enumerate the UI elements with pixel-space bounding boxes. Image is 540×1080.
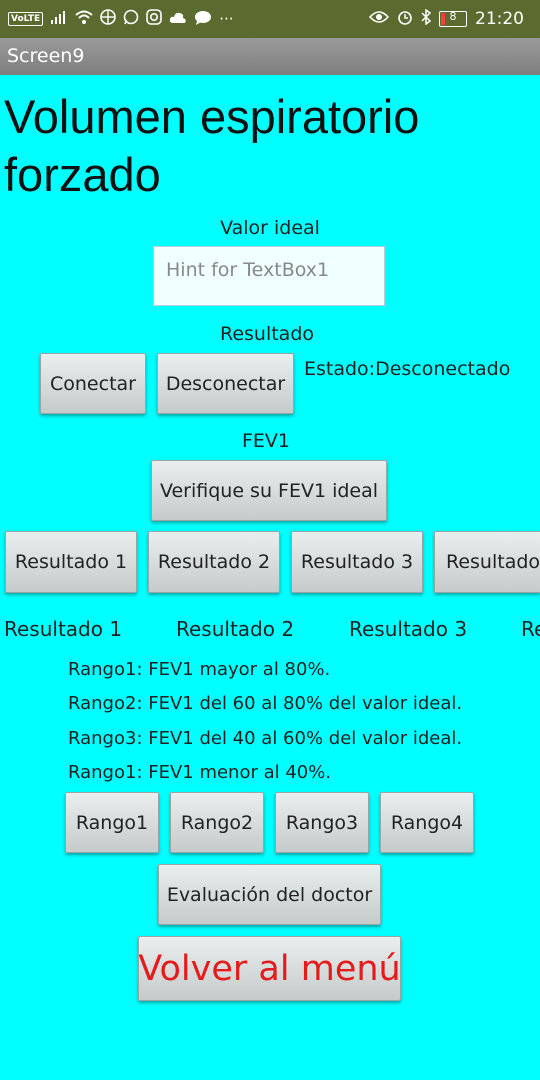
signal-icon <box>50 10 68 28</box>
page-title: Volumen espiratorio forzado <box>4 90 420 201</box>
chat-icon <box>194 10 212 29</box>
rango2-button[interactable]: Rango2 <box>170 792 264 853</box>
battery-icon: 8 <box>439 10 467 27</box>
instagram-icon <box>146 9 163 29</box>
basketball-icon <box>100 9 117 29</box>
valor-ideal-input[interactable]: Hint for TextBox1 <box>153 246 385 306</box>
evaluacion-doctor-button[interactable]: Evaluación del doctor <box>158 864 381 925</box>
resultado-1-button[interactable]: Resultado 1 <box>5 531 137 593</box>
resultado-1-label: Resultado 1 <box>4 617 123 641</box>
resultado-2-button[interactable]: Resultado 2 <box>148 531 280 593</box>
resultado-3-label: Resultado 3 <box>349 617 468 641</box>
status-bar: VoLTE ··· 8 21:20 <box>0 0 540 38</box>
rango-2-text: Rango2: FEV1 del 60 al 80% del valor ide… <box>68 693 463 714</box>
eye-icon <box>368 10 390 28</box>
resultado-3-button[interactable]: Resultado 3 <box>291 531 423 593</box>
rango1-button[interactable]: Rango1 <box>65 792 159 853</box>
conectar-button[interactable]: Conectar <box>40 353 146 414</box>
wifi-icon <box>75 10 93 28</box>
clock: 21:20 <box>475 9 524 29</box>
resultado-4-button[interactable]: Resultado <box>434 531 540 593</box>
battery-level: 8 <box>449 10 457 23</box>
cloud-icon <box>169 10 187 28</box>
screen-title: Screen9 <box>7 45 85 67</box>
whatsapp-icon <box>123 9 139 29</box>
title-bar: Screen9 <box>0 38 540 75</box>
estado-label: Estado:Desconectado <box>304 358 511 380</box>
desconectar-button[interactable]: Desconectar <box>157 353 294 414</box>
rango4-button[interactable]: Rango4 <box>380 792 474 853</box>
fev1-label: FEV1 <box>241 430 291 452</box>
more-icon: ··· <box>219 10 234 28</box>
rango-1-text: Rango1: FEV1 mayor al 80%. <box>68 659 331 680</box>
volte-badge: VoLTE <box>8 12 44 26</box>
verifique-fev1-button[interactable]: Verifique su FEV1 ideal <box>151 460 387 521</box>
alarm-icon <box>397 9 413 29</box>
resultado-2-label: Resultado 2 <box>176 617 295 641</box>
rango-3-text: Rango3: FEV1 del 40 al 60% del valor ide… <box>68 728 463 749</box>
rango-4-text: Rango1: FEV1 menor al 40%. <box>68 762 332 783</box>
resultado-label: Resultado <box>219 323 315 345</box>
bluetooth-icon <box>421 8 432 29</box>
volver-menu-button[interactable]: Volver al menú <box>138 936 401 1001</box>
rango3-button[interactable]: Rango3 <box>275 792 369 853</box>
valor-ideal-label: Valor ideal <box>220 217 320 239</box>
resultado-4-label: Re <box>521 617 540 641</box>
